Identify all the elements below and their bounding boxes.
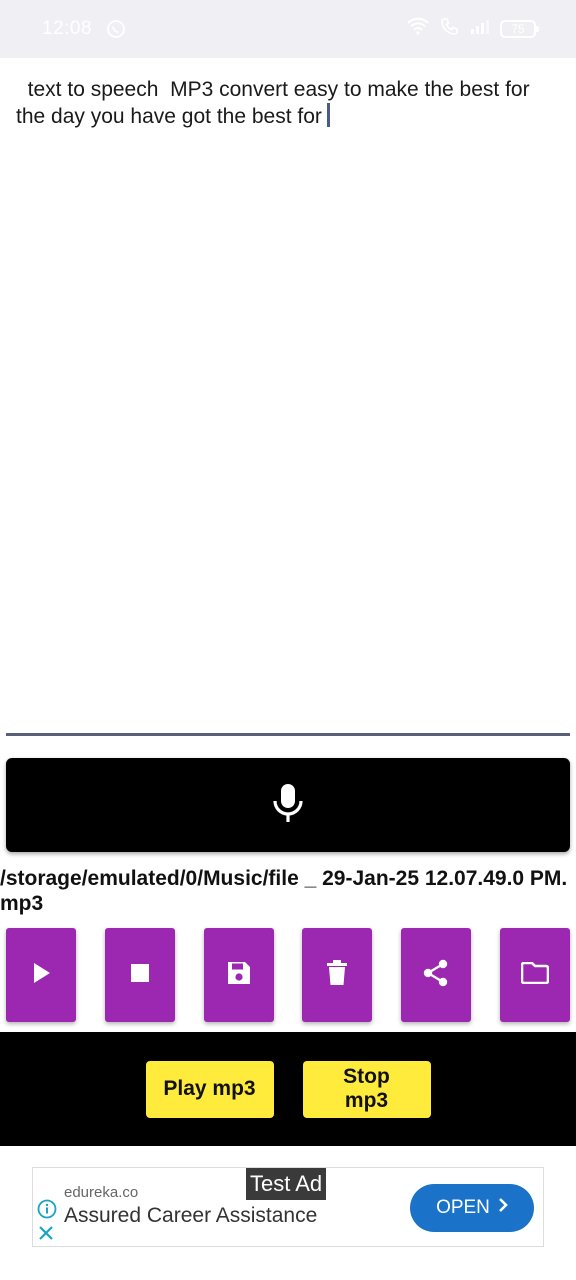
share-button[interactable] bbox=[401, 928, 472, 1022]
mp3-player-bar: Play mp3 Stop mp3 bbox=[0, 1032, 576, 1146]
call-icon bbox=[440, 16, 460, 42]
status-time: 12:08 bbox=[42, 18, 93, 39]
play-icon bbox=[31, 962, 51, 989]
battery-icon: 75 bbox=[500, 20, 539, 38]
action-button-row bbox=[6, 928, 570, 1022]
whatsapp-icon bbox=[106, 19, 126, 39]
microphone-button[interactable] bbox=[6, 758, 570, 852]
folder-icon bbox=[520, 961, 550, 989]
stop-button[interactable] bbox=[104, 928, 175, 1022]
folder-button[interactable] bbox=[499, 928, 570, 1022]
stop-icon bbox=[130, 963, 149, 987]
save-icon bbox=[226, 960, 252, 991]
ad-open-button[interactable]: OPEN bbox=[410, 1184, 534, 1232]
close-icon[interactable] bbox=[37, 1224, 55, 1247]
ad-domain: edureka.co bbox=[64, 1184, 139, 1201]
ad-open-label: OPEN bbox=[436, 1197, 490, 1218]
text-input-underline bbox=[6, 733, 570, 736]
microphone-icon bbox=[272, 783, 304, 828]
play-mp3-button[interactable]: Play mp3 bbox=[145, 1060, 274, 1118]
stop-mp3-button[interactable]: Stop mp3 bbox=[302, 1060, 431, 1118]
delete-button[interactable] bbox=[302, 928, 373, 1022]
ad-headline: Assured Career Assistance bbox=[64, 1204, 318, 1227]
save-button[interactable] bbox=[203, 928, 274, 1022]
test-ad-label: Test Ad bbox=[246, 1168, 327, 1200]
chevron-right-icon bbox=[498, 1197, 508, 1219]
speech-text: text to speech MP3 convert easy to make … bbox=[16, 78, 536, 128]
speech-text-input[interactable]: text to speech MP3 convert easy to make … bbox=[16, 76, 560, 726]
info-icon[interactable] bbox=[37, 1199, 57, 1224]
delete-icon bbox=[326, 959, 348, 991]
signal-icon bbox=[470, 18, 490, 40]
file-path-label: /storage/emulated/0/Music/file _ 29-Jan-… bbox=[0, 867, 568, 915]
share-icon bbox=[423, 959, 449, 992]
play-button[interactable] bbox=[6, 928, 76, 1022]
status-bar: 12:08 75 bbox=[0, 0, 576, 58]
ad-banner[interactable]: Test Ad edureka.co Assured Career Assist… bbox=[32, 1167, 544, 1247]
text-cursor bbox=[326, 103, 330, 127]
wifi-icon bbox=[406, 17, 430, 41]
